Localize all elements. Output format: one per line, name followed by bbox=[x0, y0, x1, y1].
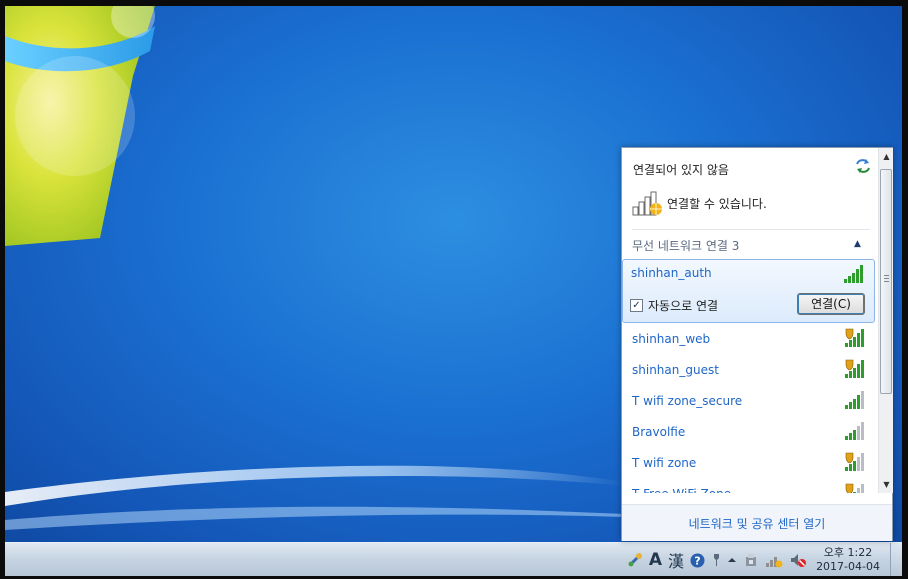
collapse-chevron-icon[interactable]: ▲ bbox=[854, 239, 861, 249]
ime-language-indicator[interactable]: A bbox=[649, 547, 662, 573]
signal-strength-icon bbox=[845, 391, 864, 409]
network-item[interactable]: Bravolfie bbox=[622, 416, 878, 447]
clock-date: 2017-04-04 bbox=[816, 560, 880, 573]
network-ssid: shinhan_auth bbox=[631, 266, 712, 280]
networks-available-icon bbox=[632, 189, 664, 217]
network-item[interactable]: shinhan_web bbox=[622, 323, 878, 354]
network-item[interactable]: T wifi zone_secure bbox=[622, 385, 878, 416]
network-status-icon[interactable] bbox=[765, 547, 783, 573]
auto-connect-checkbox[interactable]: ✓ bbox=[630, 299, 643, 312]
networks-available-text: 연결할 수 있습니다. bbox=[667, 197, 767, 211]
network-rows: shinhan_web shinhan_guest T wifi zone_secu… bbox=[622, 323, 878, 493]
connect-button[interactable]: 연결(C) bbox=[797, 293, 865, 315]
scroll-thumb[interactable] bbox=[880, 169, 892, 394]
network-item[interactable]: T wifi zone bbox=[622, 447, 878, 478]
screen-bezel-left bbox=[0, 0, 5, 579]
network-ssid: T wifi zone_secure bbox=[632, 393, 743, 408]
show-desktop-button[interactable] bbox=[890, 543, 902, 577]
screen-bezel-top bbox=[0, 0, 908, 6]
secured-signal-icon bbox=[845, 328, 864, 347]
signal-strength-icon bbox=[845, 422, 864, 440]
connection-status-title: 연결되어 있지 않음 bbox=[633, 163, 729, 177]
network-ssid: T Free WiFi Zone bbox=[632, 487, 731, 494]
flyout-header: 연결되어 있지 않음 연결할 수 있습니다. 무선 네트워크 연결 3 ▲ bbox=[622, 148, 878, 258]
scroll-up-arrow-icon[interactable]: ▲ bbox=[879, 148, 894, 165]
help-icon[interactable]: ? bbox=[690, 547, 705, 573]
scroll-down-arrow-icon[interactable]: ▼ bbox=[879, 476, 894, 493]
network-item[interactable]: T Free WiFi Zone bbox=[622, 478, 878, 493]
network-ssid: shinhan_web bbox=[632, 331, 711, 346]
divider bbox=[632, 229, 870, 230]
volume-muted-icon[interactable] bbox=[789, 547, 807, 573]
flyout-footer: 네트워크 및 공유 센터 열기 bbox=[622, 504, 892, 541]
network-flyout: 연결되어 있지 않음 연결할 수 있습니다. 무선 네트워크 연결 3 ▲ sh… bbox=[621, 147, 893, 541]
show-hidden-icons-chevron-icon[interactable] bbox=[727, 547, 737, 573]
secured-signal-icon bbox=[845, 452, 864, 471]
refresh-icon[interactable] bbox=[854, 157, 872, 175]
taskbar: A 漢 ? 오후 1:22 2017-04-04 bbox=[5, 542, 902, 577]
auto-connect-label: 자동으로 연결 bbox=[648, 299, 719, 313]
clock-time: 오후 1:22 bbox=[823, 546, 873, 559]
network-item-selected[interactable]: shinhan_auth ✓ 자동으로 연결 연결(C) bbox=[622, 259, 875, 323]
auto-connect-row: ✓ 자동으로 연결 bbox=[630, 297, 718, 314]
pen-input-icon[interactable] bbox=[711, 547, 721, 573]
clock[interactable]: 오후 1:22 2017-04-04 bbox=[810, 546, 890, 574]
open-network-center-link[interactable]: 네트워크 및 공유 센터 열기 bbox=[689, 517, 826, 531]
ime-hanja-button[interactable]: 漢 bbox=[668, 547, 684, 573]
wireless-group-title: 무선 네트워크 연결 3 bbox=[632, 239, 740, 253]
language-bar-icon[interactable] bbox=[627, 547, 643, 573]
system-tray: A 漢 ? 오후 1:22 2017-04-04 bbox=[624, 543, 902, 577]
screen: A 漢 ? 오후 1:22 2017-04-04 연결되어 있지 않음 연결할 … bbox=[0, 0, 908, 579]
screen-bezel-right bbox=[902, 0, 908, 579]
network-list: shinhan_auth ✓ 자동으로 연결 연결(C) shinhan_web… bbox=[622, 259, 878, 493]
network-ssid: shinhan_guest bbox=[632, 362, 719, 377]
network-ssid: Bravolfie bbox=[632, 424, 686, 439]
secured-signal-icon bbox=[845, 359, 864, 378]
secured-signal-icon bbox=[845, 483, 864, 493]
signal-strength-icon bbox=[844, 265, 863, 283]
usb-device-icon[interactable] bbox=[743, 547, 759, 573]
scroll-grip bbox=[884, 275, 889, 282]
network-list-scrollbar[interactable]: ▲ ▼ bbox=[878, 148, 893, 493]
network-item[interactable]: shinhan_guest bbox=[622, 354, 878, 385]
svg-text:?: ? bbox=[694, 554, 700, 567]
network-ssid: T wifi zone bbox=[632, 455, 697, 470]
